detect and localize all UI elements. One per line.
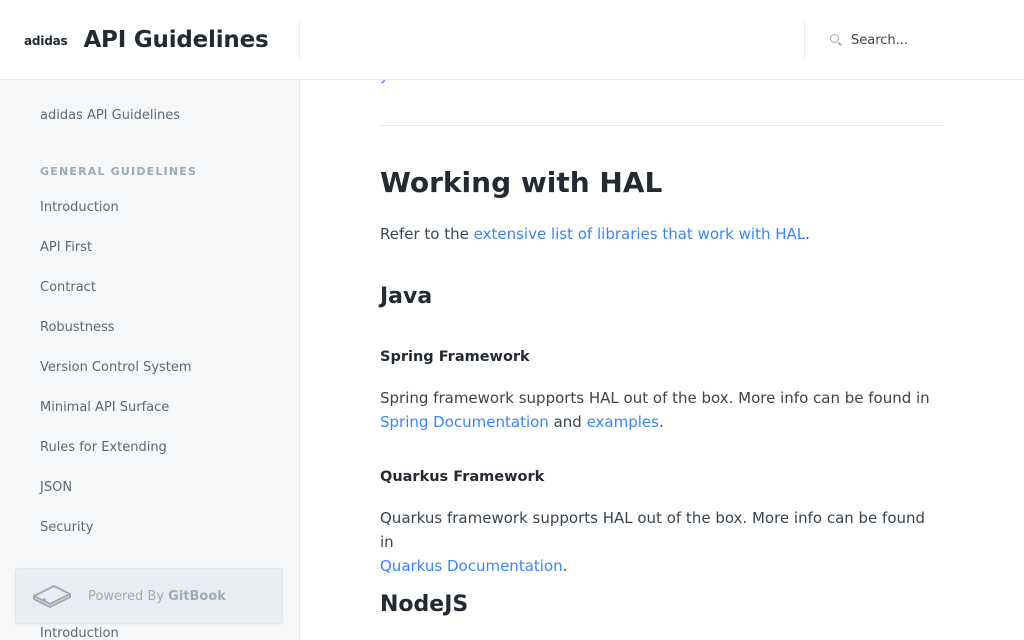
powered-by-text: Powered By GitBook — [88, 588, 226, 604]
search-icon — [829, 33, 843, 47]
gitbook-label: GitBook — [168, 588, 226, 604]
brand-link[interactable]: adidas API Guidelines — [0, 0, 300, 79]
sidebar-nav: adidas API Guidelines GENERAL GUIDELINES… — [0, 80, 300, 640]
spring-heading: Spring Framework — [380, 349, 530, 365]
sidebar-item-contract[interactable]: Contract — [40, 280, 96, 295]
spring-paragraph: Spring framework supports HAL out of the… — [380, 389, 930, 431]
hal-libraries-link[interactable]: extensive list of libraries that work wi… — [474, 225, 806, 243]
intro-paragraph: Refer to the extensive list of libraries… — [380, 225, 810, 243]
adidas-logo: adidas — [24, 33, 68, 48]
sidebar-item-introduction-2[interactable]: Introduction — [40, 626, 119, 640]
quarkus-docs-link[interactable]: Quarkus Documentation — [380, 557, 563, 575]
sidebar-item-home[interactable]: adidas API Guidelines — [40, 108, 180, 123]
page-heading: Working with HAL — [380, 166, 663, 199]
spring-examples-link[interactable]: examples — [587, 413, 659, 431]
header-divider — [299, 20, 300, 60]
quarkus-heading: Quarkus Framework — [380, 469, 545, 485]
search-input[interactable] — [851, 32, 1001, 48]
sidebar-item-minimal-api[interactable]: Minimal API Surface — [40, 400, 169, 415]
quarkus-paragraph: Quarkus framework supports HAL out of th… — [380, 509, 926, 575]
sidebar-item-json[interactable]: JSON — [40, 480, 72, 495]
site-title[interactable]: API Guidelines — [83, 27, 268, 53]
spring-docs-link[interactable]: Spring Documentation — [380, 413, 549, 431]
gitbook-icon — [32, 582, 72, 610]
nodejs-heading: NodeJS — [380, 592, 469, 617]
powered-by-gitbook[interactable]: Powered By GitBook — [15, 568, 283, 624]
sidebar-item-version-control[interactable]: Version Control System — [40, 360, 192, 375]
sidebar-section-general: GENERAL GUIDELINES — [40, 165, 198, 178]
sidebar-item-rules-extending[interactable]: Rules for Extending — [40, 440, 167, 455]
section-divider — [380, 125, 944, 126]
sidebar-item-security[interactable]: Security — [40, 520, 93, 535]
partial-link[interactable]: y — [380, 80, 389, 84]
sidebar-item-robustness[interactable]: Robustness — [40, 320, 115, 335]
sidebar-item-introduction[interactable]: Introduction — [40, 200, 119, 215]
java-heading: Java — [380, 284, 433, 309]
sidebar-item-api-first[interactable]: API First — [40, 240, 92, 255]
main-content: y Working with HAL Refer to the extensiv… — [300, 80, 1024, 640]
search-box[interactable] — [805, 20, 1024, 60]
top-header: adidas API Guidelines — [0, 0, 1024, 80]
